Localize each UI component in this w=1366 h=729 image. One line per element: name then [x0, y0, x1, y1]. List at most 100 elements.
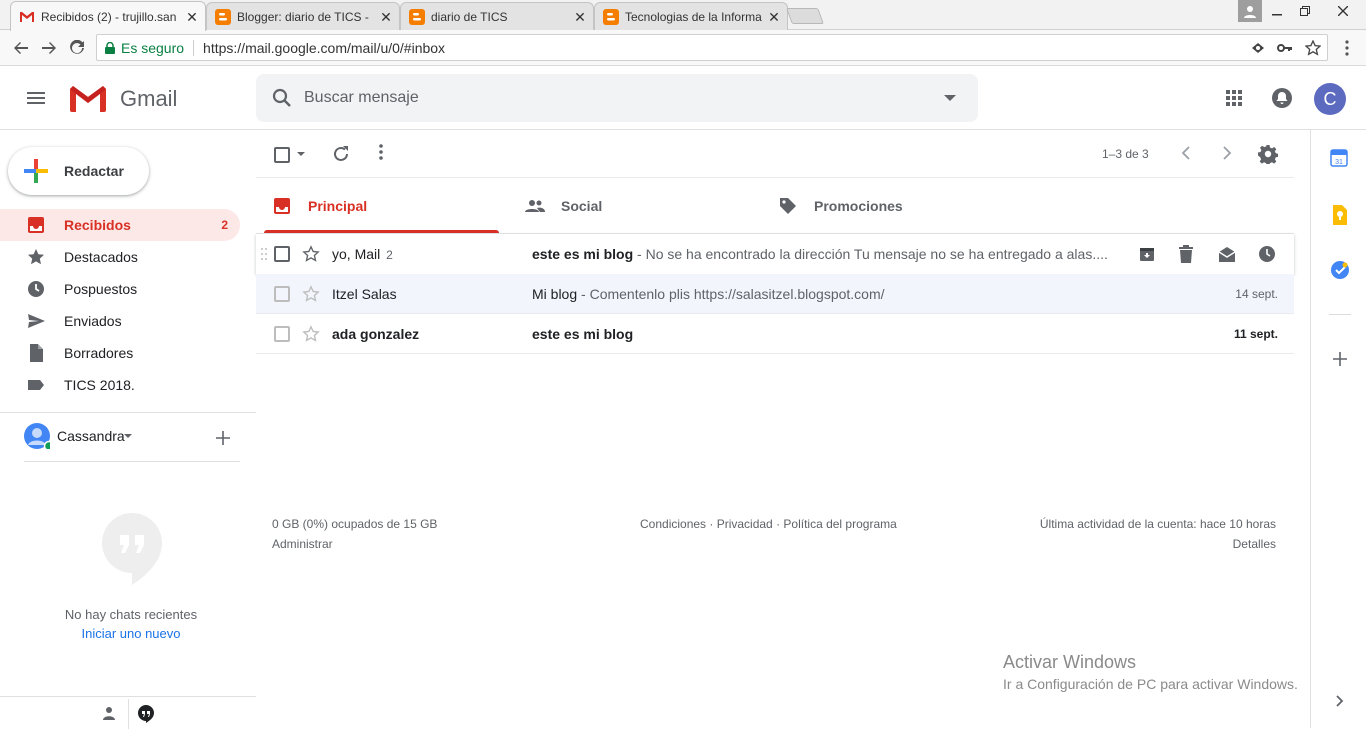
tab-promociones[interactable]: Promociones [778, 178, 1008, 234]
chevron-left-icon[interactable] [1181, 146, 1201, 166]
address-bar[interactable]: Es seguro https://mail.google.com/mail/u… [96, 34, 1328, 61]
gmail-logo-icon[interactable] [69, 85, 107, 113]
star-icon[interactable] [302, 284, 320, 303]
refresh-icon[interactable] [332, 145, 352, 165]
tab-social[interactable]: Social [525, 178, 755, 234]
lock-icon [105, 41, 115, 54]
compose-button[interactable]: Redactar [8, 147, 149, 195]
browser-menu-icon[interactable] [1336, 37, 1358, 59]
email-row[interactable]: ada gonzalez este es mi blog 11 sept. [256, 314, 1294, 354]
chevron-right-icon[interactable] [1222, 146, 1242, 166]
avatar[interactable]: C [1314, 83, 1346, 115]
snooze-clock-icon[interactable] [1258, 245, 1276, 263]
email-subject: este es mi blog [532, 325, 634, 342]
sidebar-item-label: Pospuestos [64, 281, 138, 297]
add-addon-icon[interactable] [1333, 352, 1347, 366]
draft-icon [26, 343, 46, 363]
minimize-icon[interactable] [1264, 0, 1290, 22]
search-options-icon[interactable] [944, 95, 956, 101]
url-text[interactable]: https://mail.google.com/mail/u/0/#inbox [203, 40, 445, 56]
tasks-icon[interactable] [1330, 260, 1350, 280]
calendar-icon[interactable]: 31 [1330, 149, 1348, 167]
close-icon[interactable]: ✕ [767, 10, 781, 24]
contacts-icon[interactable] [102, 706, 116, 720]
chevron-down-icon[interactable] [124, 434, 132, 438]
row-checkbox[interactable] [274, 325, 290, 342]
drag-handle-icon[interactable] [261, 248, 267, 260]
email-row[interactable]: yo, Mail 2 este es mi blog - No se ha en… [256, 234, 1294, 274]
forward-icon[interactable] [38, 37, 60, 59]
new-tab-button[interactable] [786, 8, 824, 24]
reload-icon[interactable] [66, 37, 88, 59]
secure-label: Es seguro [121, 39, 185, 56]
sender-name: Itzel Salas [332, 285, 397, 302]
sidebar-item-borradores[interactable]: Borradores [0, 337, 240, 369]
blogger-icon [215, 8, 231, 25]
notifications-icon[interactable] [1272, 88, 1292, 108]
app-name[interactable]: Gmail [120, 86, 177, 112]
sender-name: yo, Mail [332, 246, 381, 262]
hangouts-panel: Cassandra No hay chats recientes Iniciar… [0, 412, 256, 729]
tag-icon [778, 196, 798, 216]
restore-icon[interactable] [1292, 0, 1318, 22]
storage-usage[interactable]: 0 GB (0%) ocupados de 15 GB [272, 517, 437, 531]
mark-read-icon[interactable] [1218, 246, 1236, 262]
sidebar-item-recibidos[interactable]: Recibidos 2 [0, 209, 240, 241]
sender-field: yo, Mail 2 [332, 246, 522, 262]
select-all-checkbox[interactable] [274, 147, 290, 163]
start-chat-link[interactable]: Iniciar uno nuevo [0, 626, 262, 641]
search-icon[interactable] [272, 88, 292, 108]
back-icon[interactable] [10, 37, 32, 59]
add-chat-icon[interactable] [216, 431, 230, 445]
sidebar-item-tics-2018[interactable]: TICS 2018. [0, 369, 240, 401]
browser-tab-diario[interactable]: diario de TICS ✕ [400, 2, 594, 30]
people-icon [525, 196, 545, 216]
bookmark-star-icon[interactable] [1305, 39, 1321, 56]
row-checkbox[interactable] [274, 246, 290, 262]
sidebar-item-pospuestos[interactable]: Pospuestos [0, 273, 240, 305]
apps-grid-icon[interactable] [1226, 90, 1242, 106]
browser-tab-blogger[interactable]: Blogger: diario de TICS - ✕ [206, 2, 400, 30]
keep-icon[interactable] [1331, 205, 1347, 225]
thread-count: 2 [386, 248, 393, 262]
email-subject: Mi blog [532, 285, 578, 302]
email-row[interactable]: Itzel Salas Mi blog - Comentenlo plis ht… [256, 274, 1294, 314]
manage-storage-link[interactable]: Administrar [272, 537, 333, 551]
inbox-icon [272, 196, 292, 216]
terms-links[interactable]: Condiciones · Privacidad · Política del … [640, 517, 897, 531]
archive-icon[interactable] [1138, 245, 1156, 263]
browser-tab-gmail[interactable]: Recibidos (2) - trujillo.san ✕ [10, 1, 206, 31]
close-icon[interactable]: ✕ [379, 10, 393, 24]
settings-gear-icon[interactable] [1258, 144, 1278, 164]
tab-title: Tecnologias de la Informa [625, 9, 762, 24]
star-icon[interactable] [302, 324, 320, 343]
visibility-icon[interactable] [1251, 41, 1265, 55]
browser-tab-tecnologias[interactable]: Tecnologias de la Informa ✕ [594, 2, 788, 30]
divider [1329, 314, 1351, 315]
details-link[interactable]: Detalles [1233, 537, 1276, 551]
star-icon[interactable] [302, 245, 320, 263]
blogger-icon [603, 8, 619, 25]
main-menu-icon[interactable] [24, 86, 48, 110]
expand-panel-icon[interactable] [1336, 695, 1344, 707]
close-icon[interactable]: ✕ [573, 10, 587, 24]
close-icon[interactable]: ✕ [185, 10, 199, 24]
sidebar-item-label: Enviados [64, 313, 122, 329]
hangouts-user-name[interactable]: Cassandra [57, 428, 125, 444]
email-snippet: - Comentenlo plis https://salasitzel.blo… [577, 285, 885, 302]
sidebar-item-enviados[interactable]: Enviados [0, 305, 240, 337]
chevron-down-icon[interactable] [297, 152, 305, 156]
more-vert-icon[interactable] [379, 144, 399, 164]
hangouts-chat-icon[interactable] [138, 705, 154, 723]
search-bar[interactable]: Buscar mensaje [256, 74, 978, 122]
user-profile-icon[interactable] [1238, 0, 1262, 22]
sidebar-item-label: Borradores [64, 345, 134, 361]
key-icon[interactable] [1277, 42, 1293, 54]
delete-icon[interactable] [1178, 245, 1194, 263]
window-close-icon[interactable] [1320, 0, 1366, 22]
row-checkbox[interactable] [274, 285, 290, 302]
user-avatar-icon[interactable] [24, 423, 50, 449]
search-input[interactable]: Buscar mensaje [304, 89, 944, 107]
sidebar-item-destacados[interactable]: Destacados [0, 241, 240, 273]
tab-principal[interactable]: Principal [272, 178, 498, 234]
